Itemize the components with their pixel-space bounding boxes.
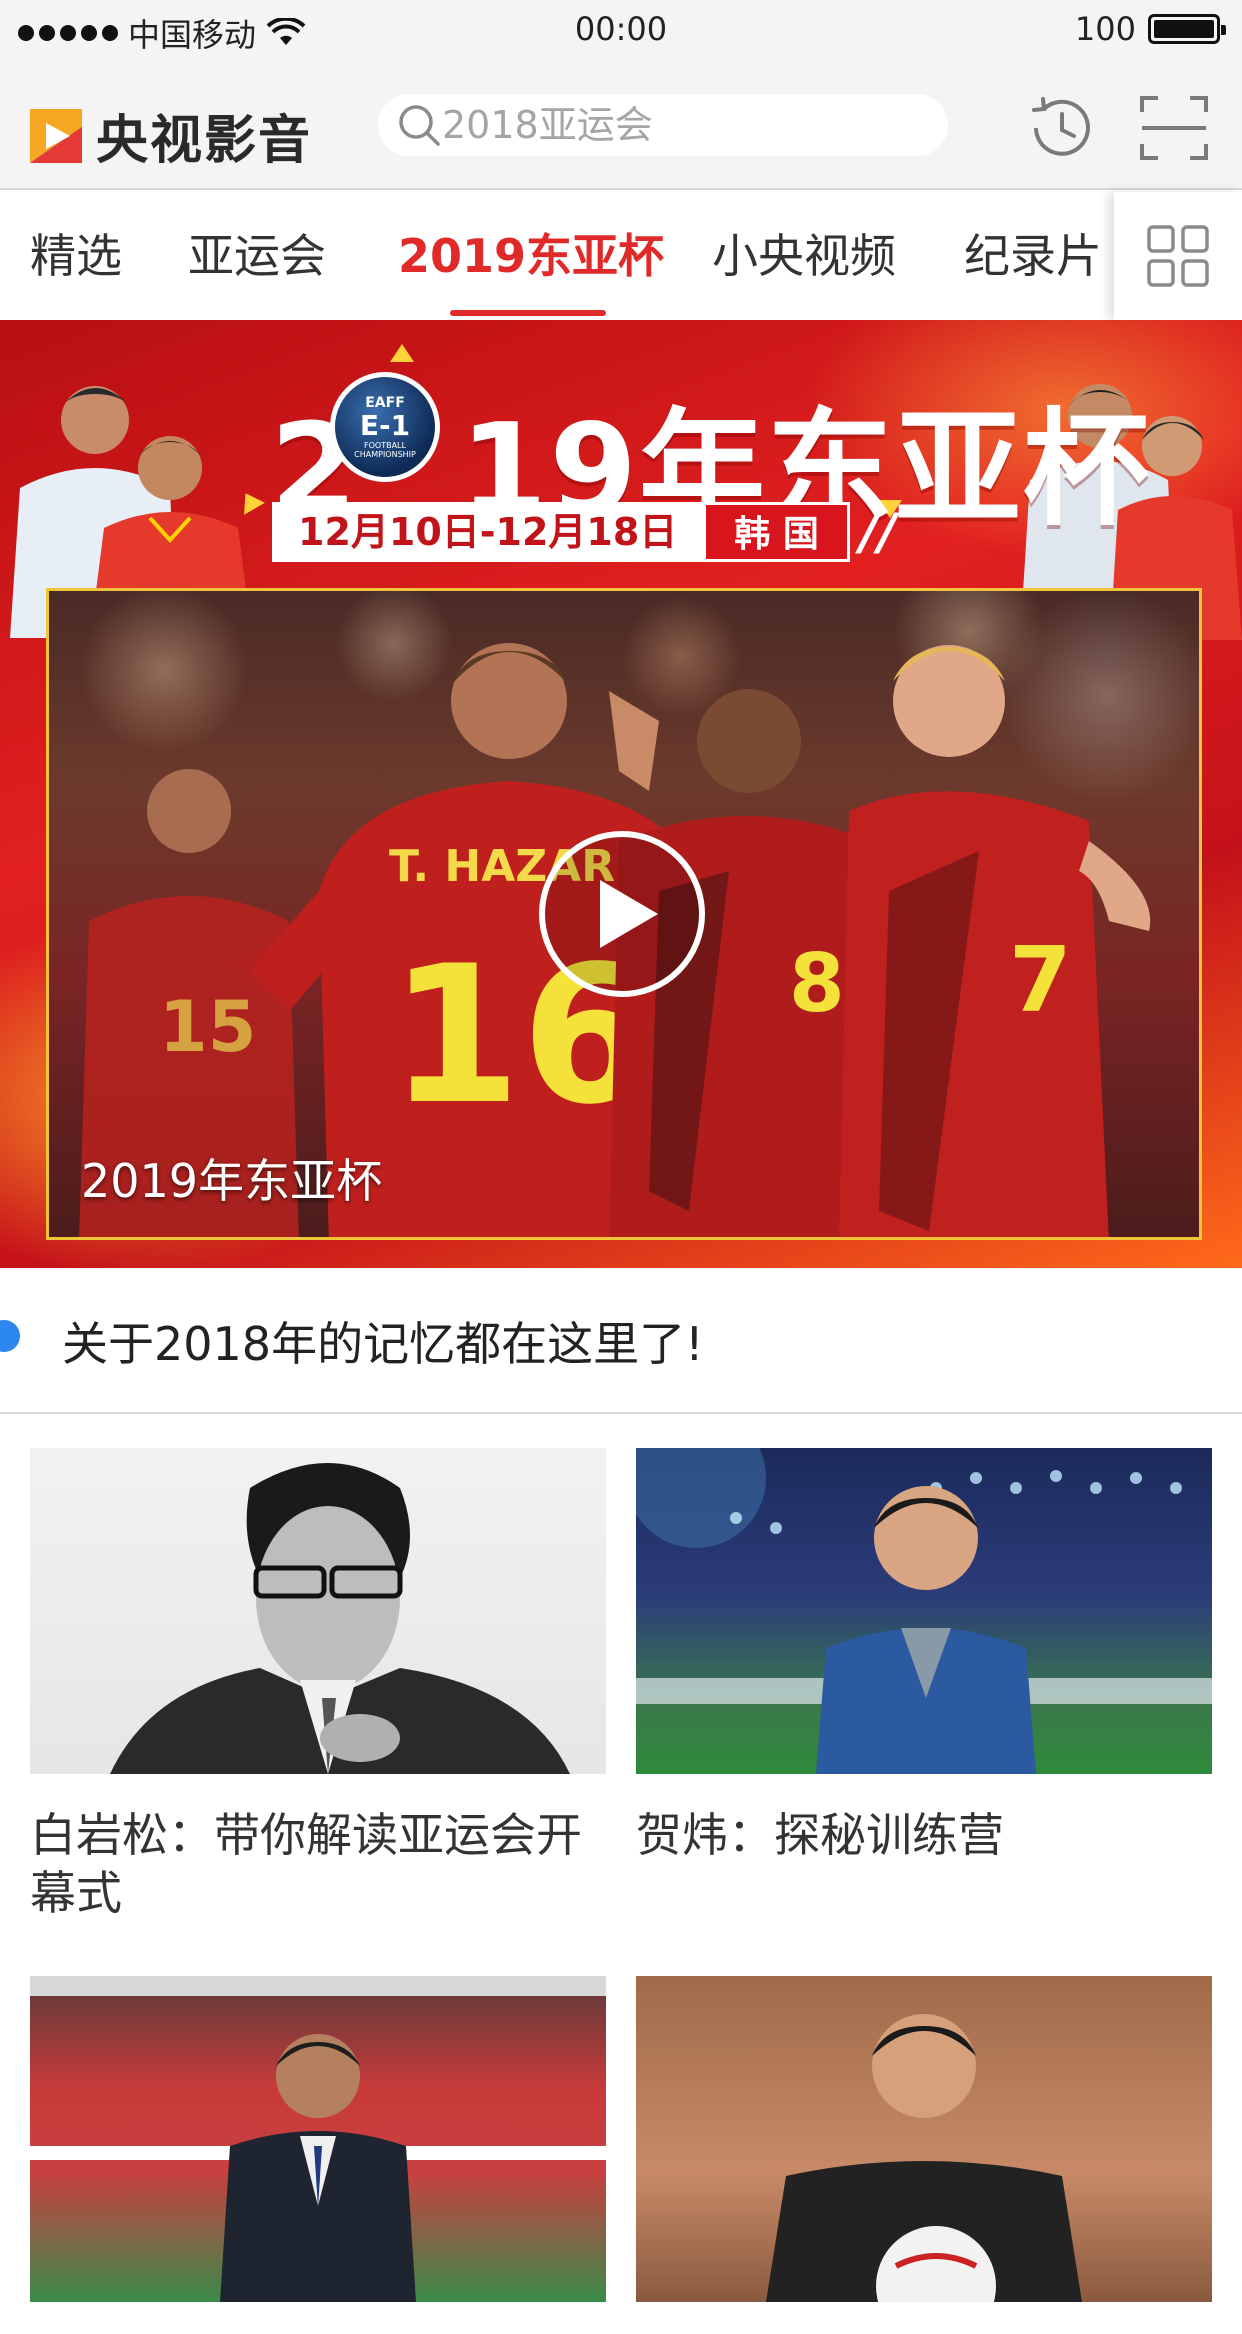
svg-text:7: 7: [1009, 928, 1072, 1033]
card-thumbnail: [30, 1448, 606, 1774]
history-icon[interactable]: [1022, 90, 1098, 166]
video-caption: 2019年东亚杯: [81, 1154, 383, 1208]
event-dates: 12月10日-12月18日: [272, 502, 704, 562]
search-icon: [399, 105, 440, 146]
battery-icon: [1148, 14, 1226, 44]
play-button[interactable]: [539, 831, 705, 997]
tab-east-asian-cup[interactable]: 2019东亚杯: [398, 192, 664, 320]
svg-text:8: 8: [789, 937, 845, 1030]
scan-icon[interactable]: [1136, 90, 1212, 166]
app-header: 央视影音: [0, 62, 1242, 190]
video-card[interactable]: [636, 1976, 1212, 2334]
app-logo[interactable]: 央视影音: [30, 98, 312, 173]
tab-documentary[interactable]: 纪录片: [964, 192, 1102, 320]
active-tab-indicator: [450, 310, 606, 316]
battery-percent: 100: [1074, 10, 1136, 48]
app-name: 央视影音: [96, 111, 313, 171]
tab-short-video[interactable]: 小央视频: [712, 192, 896, 320]
video-card[interactable]: 白岩松：带你解读亚运会开幕式: [30, 1448, 606, 1922]
search-bar[interactable]: [378, 94, 948, 156]
event-country: 韩 国: [703, 502, 850, 562]
all-channels-button[interactable]: [1114, 192, 1242, 320]
clock: 00:00: [574, 10, 668, 48]
search-input[interactable]: [442, 103, 942, 147]
card-thumbnail: [636, 1448, 1212, 1774]
play-icon: [600, 880, 658, 948]
status-bar: 中国移动 00:00 100: [0, 0, 1242, 62]
notice-dot-icon: [0, 1320, 20, 1352]
eaff-e1-logo: EAFF E-1 FOOTBALL CHAMPIONSHIP: [330, 372, 440, 482]
decor-slashes: //: [859, 503, 897, 561]
badge-main: E-1: [359, 409, 411, 442]
notice-bar[interactable]: 关于2018年的记忆都在这里了!: [0, 1268, 1242, 1414]
video-card[interactable]: 贺炜：探秘训练营: [636, 1448, 1212, 1864]
video-card[interactable]: [30, 1976, 606, 2334]
card-thumbnail: [636, 1976, 1212, 2302]
tab-asian-games[interactable]: 亚运会: [188, 192, 326, 320]
svg-text:15: 15: [159, 986, 256, 1068]
featured-banner[interactable]: 2 19年东亚杯 EAFF E-1 FOOTBALL CHAMPIONSHIP 1…: [0, 320, 1242, 1268]
video-thumbnail[interactable]: 15 T. HAZARD 16 8 7 2019年东亚杯: [46, 588, 1202, 1240]
decor-triangle: [390, 344, 414, 362]
badge-sub: FOOTBALL CHAMPIONSHIP: [354, 441, 416, 459]
event-date-band: 12月10日-12月18日 韩 国 //: [272, 502, 896, 562]
notice-text: 关于2018年的记忆都在这里了!: [62, 1317, 704, 1371]
category-tabs: 精选 亚运会 2019东亚杯 小央视频 纪录片: [0, 192, 1242, 320]
card-thumbnail: [30, 1976, 606, 2302]
card-title: 白岩松：带你解读亚运会开幕式: [30, 1808, 582, 1920]
tab-featured[interactable]: 精选: [30, 192, 122, 320]
status-right: 100: [1074, 10, 1226, 48]
card-title: 贺炜：探秘训练营: [636, 1808, 1004, 1862]
grid-icon: [1147, 225, 1209, 287]
logo-icon: [30, 108, 82, 163]
